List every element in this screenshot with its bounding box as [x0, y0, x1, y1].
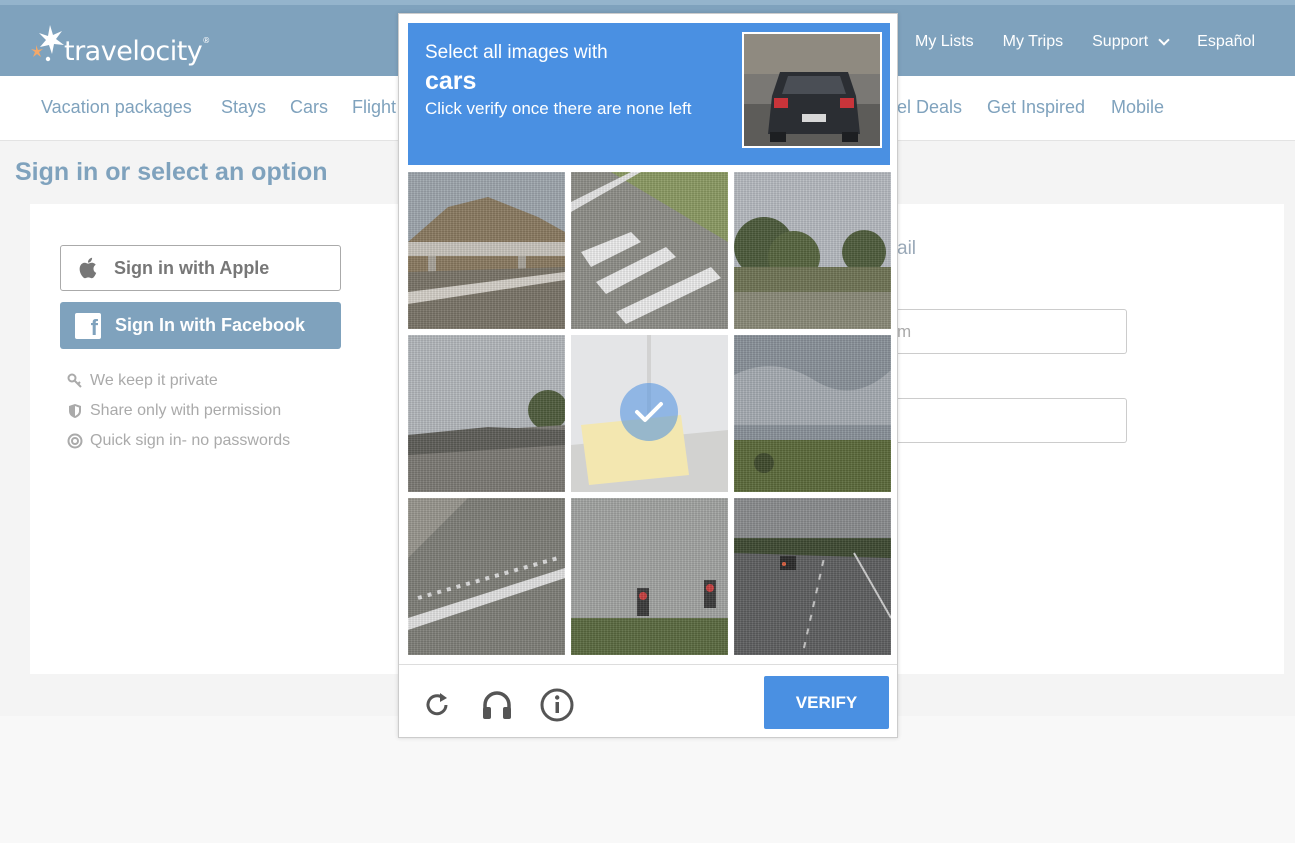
captcha-tile[interactable] — [408, 498, 565, 655]
captcha-grid — [408, 172, 891, 655]
apple-label: Sign in with Apple — [114, 257, 270, 278]
nav-deals[interactable]: el Deals — [897, 97, 962, 118]
facebook-label: Sign In with Facebook — [115, 315, 306, 335]
perk-text: Share only with permission — [90, 402, 282, 419]
captcha-tile[interactable] — [408, 335, 565, 492]
captcha-subinstruction: Click verify once there are none left — [425, 99, 692, 118]
nav-cars[interactable]: Cars — [290, 97, 328, 118]
captcha-dialog: Select all images with cars Click verify… — [398, 13, 898, 738]
checkmark-icon — [620, 383, 678, 441]
email-field-text: m — [897, 322, 912, 341]
perk-item: We keep it private — [66, 366, 290, 396]
nav-stays[interactable]: Stays — [221, 97, 266, 118]
password-field[interactable] — [897, 398, 1127, 443]
captcha-tile[interactable] — [571, 498, 728, 655]
info-icon[interactable] — [539, 687, 575, 723]
support-label: Support — [1092, 33, 1149, 50]
nav-get-inspired[interactable]: Get Inspired — [987, 97, 1085, 118]
support-menu[interactable]: Support — [1092, 33, 1170, 51]
nav-mobile[interactable]: Mobile — [1111, 97, 1164, 118]
page-title: Sign in or select an option — [15, 158, 328, 186]
email-heading-partial: ail — [897, 238, 917, 259]
nav-flights[interactable]: Flight — [352, 97, 396, 118]
email-field[interactable]: m — [897, 309, 1127, 354]
sign-in-facebook-button[interactable]: f Sign In with Facebook — [60, 302, 341, 349]
captcha-tile[interactable] — [408, 172, 565, 329]
logo-star-icon — [28, 23, 70, 67]
logo-wordmark: travelocity® — [64, 35, 210, 67]
key-icon — [66, 373, 84, 389]
chevron-down-icon — [1158, 34, 1170, 46]
verify-button[interactable]: VERIFY — [764, 676, 889, 729]
captcha-tile[interactable] — [734, 498, 891, 655]
reload-icon[interactable] — [419, 687, 455, 723]
captcha-tile[interactable] — [734, 335, 891, 492]
facebook-icon: f — [75, 312, 101, 340]
shield-icon — [66, 403, 84, 419]
captcha-tile-selected[interactable] — [571, 335, 728, 492]
captcha-header: Select all images with cars Click verify… — [408, 23, 890, 165]
perks-list: We keep it private Share only with permi… — [66, 366, 290, 456]
captcha-sample-image — [742, 32, 882, 148]
sign-in-apple-button[interactable]: Sign in with Apple — [60, 245, 341, 291]
my-trips-link[interactable]: My Trips — [1003, 33, 1063, 51]
perk-item: Share only with permission — [66, 396, 290, 426]
apple-icon — [78, 256, 100, 280]
captcha-tile[interactable] — [571, 172, 728, 329]
perk-text: We keep it private — [90, 372, 218, 389]
quick-signin-icon — [66, 433, 84, 449]
top-nav: My Lists My Trips Support Español — [866, 29, 1255, 51]
captcha-footer: VERIFY — [399, 664, 897, 738]
my-lists-link[interactable]: My Lists — [915, 33, 974, 51]
captcha-tile[interactable] — [734, 172, 891, 329]
nav-vacation-packages[interactable]: Vacation packages — [41, 97, 192, 118]
language-link[interactable]: Español — [1197, 33, 1255, 51]
captcha-instruction: Select all images with — [425, 42, 608, 63]
travelocity-logo[interactable]: travelocity® — [28, 23, 210, 67]
captcha-target: cars — [425, 67, 477, 95]
perk-text: Quick sign in- no passwords — [90, 432, 291, 449]
perk-item: Quick sign in- no passwords — [66, 426, 290, 456]
audio-icon[interactable] — [479, 687, 515, 723]
